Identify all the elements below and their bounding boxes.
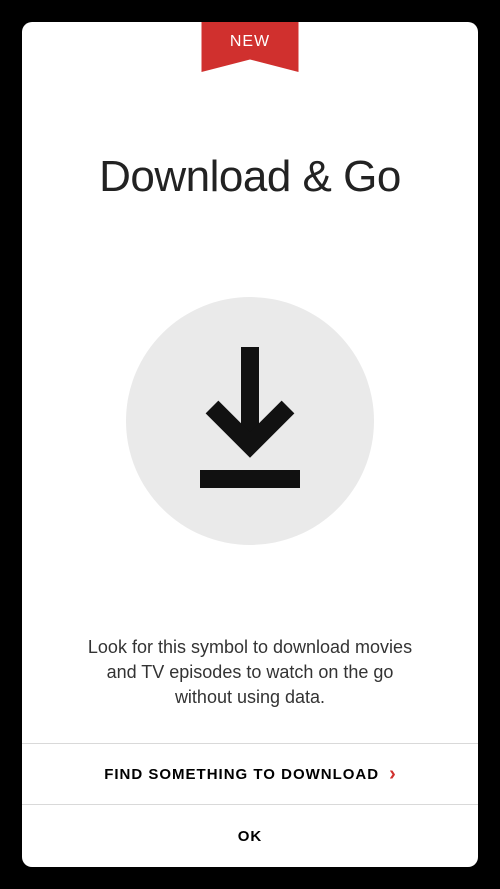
find-download-button[interactable]: FIND SOMETHING TO DOWNLOAD › [22, 743, 478, 805]
info-modal: NEW Download & Go Look for this symbol t… [22, 22, 478, 867]
download-icon [180, 339, 320, 504]
modal-description: Look for this symbol to download movies … [80, 635, 420, 711]
chevron-right-icon: › [389, 764, 396, 784]
ribbon-label: NEW [230, 33, 270, 51]
modal-title: Download & Go [99, 152, 401, 202]
modal-content: Download & Go Look for this symbol to do… [22, 22, 478, 743]
icon-circle [126, 297, 374, 545]
modal-actions: FIND SOMETHING TO DOWNLOAD › OK [22, 743, 478, 867]
ok-button[interactable]: OK [22, 805, 478, 867]
find-download-label: FIND SOMETHING TO DOWNLOAD [104, 766, 379, 783]
ok-label: OK [238, 828, 263, 845]
